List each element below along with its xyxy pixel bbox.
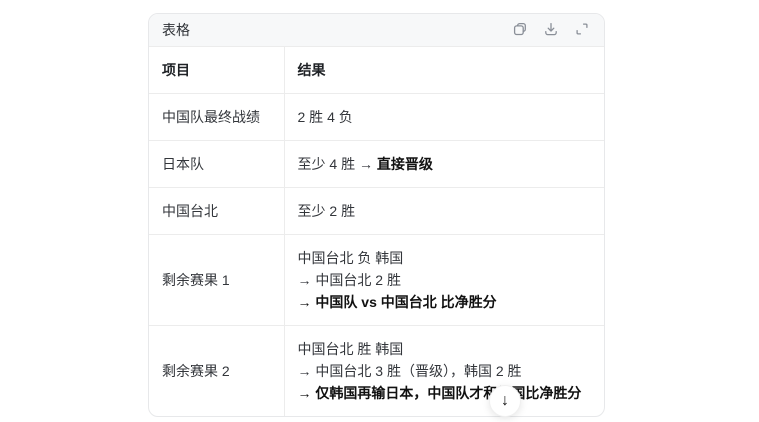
copy-button[interactable] xyxy=(511,21,529,39)
copy-icon xyxy=(512,21,528,40)
table-row: 中国台北至少 2 胜 xyxy=(149,188,604,235)
scroll-to-bottom-button[interactable]: ↓ xyxy=(489,385,521,417)
table-row: 中国队最终战绩2 胜 4 负 xyxy=(149,94,604,141)
arrow-down-icon: ↓ xyxy=(501,393,509,409)
table-row: 日本队至少 4 胜 → 直接晋级 xyxy=(149,141,604,188)
result-cell: 中国台北 负 韩国→ 中国台北 2 胜→ 中国队 vs 中国台北 比净胜分 xyxy=(284,235,604,326)
table-card: 表格 xyxy=(148,13,605,417)
column-header-item: 项目 xyxy=(149,47,284,94)
table-header-row: 项目 结果 xyxy=(149,47,604,94)
page: 表格 xyxy=(0,0,759,422)
item-cell: 中国台北 xyxy=(149,188,284,235)
table-row: 剩余赛果 2中国台北 胜 韩国→ 中国台北 3 胜（晋级），韩国 2 胜→ 仅韩… xyxy=(149,326,604,417)
table-card-header: 表格 xyxy=(149,14,604,47)
result-cell: 2 胜 4 负 xyxy=(284,94,604,141)
expand-button[interactable] xyxy=(573,21,591,39)
download-icon xyxy=(543,21,559,40)
result-cell: 至少 4 胜 → 直接晋级 xyxy=(284,141,604,188)
item-cell: 中国队最终战绩 xyxy=(149,94,284,141)
item-cell: 剩余赛果 1 xyxy=(149,235,284,326)
item-cell: 日本队 xyxy=(149,141,284,188)
column-header-result: 结果 xyxy=(284,47,604,94)
result-cell: 至少 2 胜 xyxy=(284,188,604,235)
download-button[interactable] xyxy=(542,21,560,39)
table-row: 剩余赛果 1中国台北 负 韩国→ 中国台北 2 胜→ 中国队 vs 中国台北 比… xyxy=(149,235,604,326)
expand-icon xyxy=(574,21,590,40)
toolbar xyxy=(511,21,591,39)
data-table: 项目 结果 中国队最终战绩2 胜 4 负日本队至少 4 胜 → 直接晋级中国台北… xyxy=(149,47,604,416)
panel-title: 表格 xyxy=(162,20,190,40)
result-cell: 中国台北 胜 韩国→ 中国台北 3 胜（晋级），韩国 2 胜→ 仅韩国再输日本，… xyxy=(284,326,604,417)
table-body: 中国队最终战绩2 胜 4 负日本队至少 4 胜 → 直接晋级中国台北至少 2 胜… xyxy=(149,94,604,417)
item-cell: 剩余赛果 2 xyxy=(149,326,284,417)
